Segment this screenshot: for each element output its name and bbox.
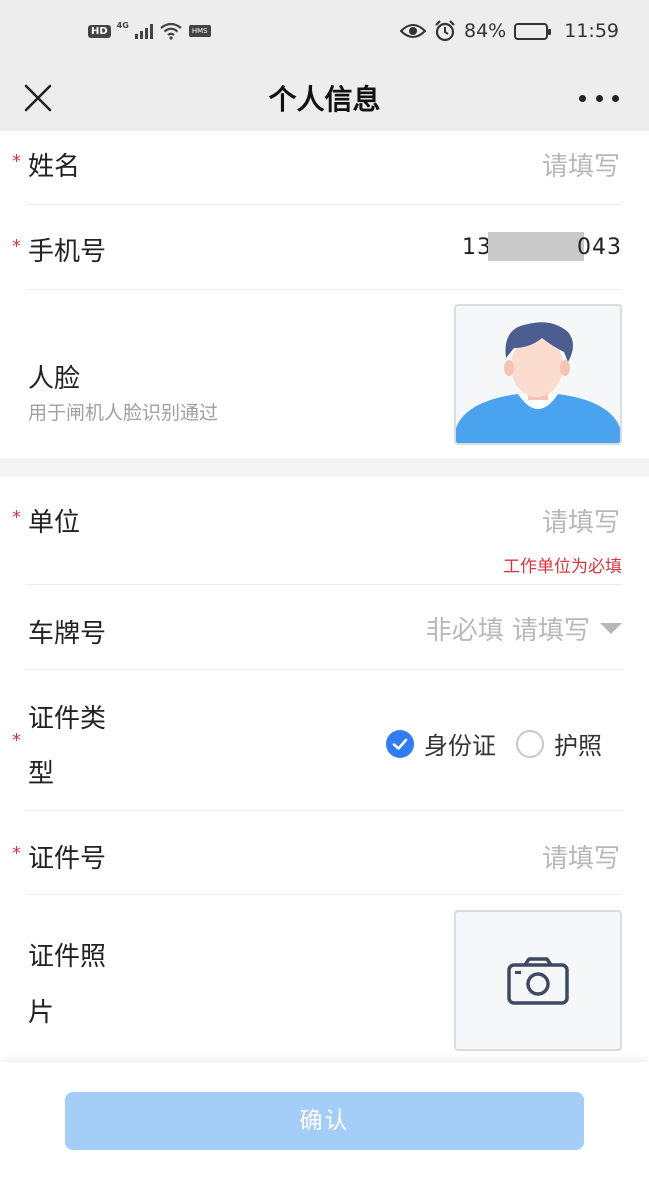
hd-badge: HD — [88, 24, 111, 38]
wifi-icon — [160, 22, 182, 40]
radio-id-card-label: 身份证 — [424, 732, 496, 760]
signal-icon — [134, 23, 153, 39]
caret-down-icon — [600, 623, 622, 634]
divider — [27, 204, 622, 205]
more-dot — [579, 94, 586, 102]
divider — [27, 289, 622, 290]
unit-label: 单位 — [28, 508, 81, 538]
id-photo-label-line2: 片 — [28, 998, 55, 1028]
avatar-placeholder-icon — [456, 306, 620, 443]
page-title: 个人信息 — [268, 83, 381, 116]
check-icon — [386, 729, 414, 758]
id-type-label-line2: 型 — [28, 759, 55, 789]
id-photo-upload[interactable] — [454, 910, 622, 1051]
radio-passport[interactable]: 护照 — [516, 726, 602, 761]
status-left: HD 4G HMS — [88, 20, 211, 40]
nav-bar: 个人信息 — [0, 64, 649, 131]
battery-percent: 84% — [464, 20, 507, 42]
id-number-label: 证件号 — [28, 844, 107, 874]
more-dot — [612, 94, 619, 102]
name-label: 姓名 — [28, 152, 81, 182]
radio-empty-icon — [516, 729, 544, 758]
battery-icon — [514, 22, 552, 40]
status-bar: HD 4G HMS 84% 11:59 — [0, 0, 649, 64]
required-mark: * — [12, 507, 21, 528]
confirm-button[interactable]: 确认 — [65, 1092, 584, 1150]
section-separator — [0, 458, 649, 477]
required-mark: * — [12, 730, 21, 751]
radio-id-card[interactable]: 身份证 — [386, 726, 496, 761]
radio-passport-label: 护照 — [554, 732, 602, 760]
clock: 11:59 — [564, 20, 619, 42]
divider — [27, 669, 622, 670]
divider — [27, 810, 622, 811]
unit-error-message: 工作单位为必填 — [503, 557, 622, 577]
plate-label: 车牌号 — [28, 619, 107, 649]
more-dot — [595, 94, 603, 102]
id-number-input[interactable]: 请填写 — [542, 838, 620, 875]
face-upload[interactable] — [454, 304, 622, 445]
status-right: 84% 11:59 — [400, 20, 619, 42]
face-label: 人脸 — [28, 364, 81, 394]
divider — [27, 584, 622, 585]
unit-input[interactable]: 请填写 — [542, 502, 620, 539]
phone-redaction-mask — [488, 232, 584, 261]
id-type-radio-group: 身份证 护照 — [386, 726, 602, 761]
plate-placeholder: 非必填 请填写 — [425, 616, 590, 646]
plate-select[interactable]: 非必填 请填写 — [426, 610, 622, 647]
divider — [27, 894, 622, 895]
id-type-label-line1: 证件类 — [28, 704, 107, 734]
face-hint: 用于闸机人脸识别通过 — [28, 402, 219, 424]
name-input[interactable]: 请填写 — [542, 146, 620, 183]
eye-icon — [400, 24, 426, 38]
hms-badge: HMS — [188, 25, 211, 37]
more-button[interactable] — [579, 84, 619, 112]
phone-label: 手机号 — [28, 237, 107, 267]
required-mark: * — [12, 843, 21, 864]
required-mark: * — [12, 151, 21, 172]
alarm-icon — [435, 20, 455, 42]
bottom-bar: 确认 — [0, 1062, 649, 1178]
id-photo-label-line1: 证件照 — [28, 942, 107, 972]
required-mark: * — [12, 236, 21, 257]
camera-icon — [507, 956, 569, 1005]
network-type: 4G — [116, 20, 129, 30]
phone-value-suffix: 043 — [577, 235, 622, 260]
